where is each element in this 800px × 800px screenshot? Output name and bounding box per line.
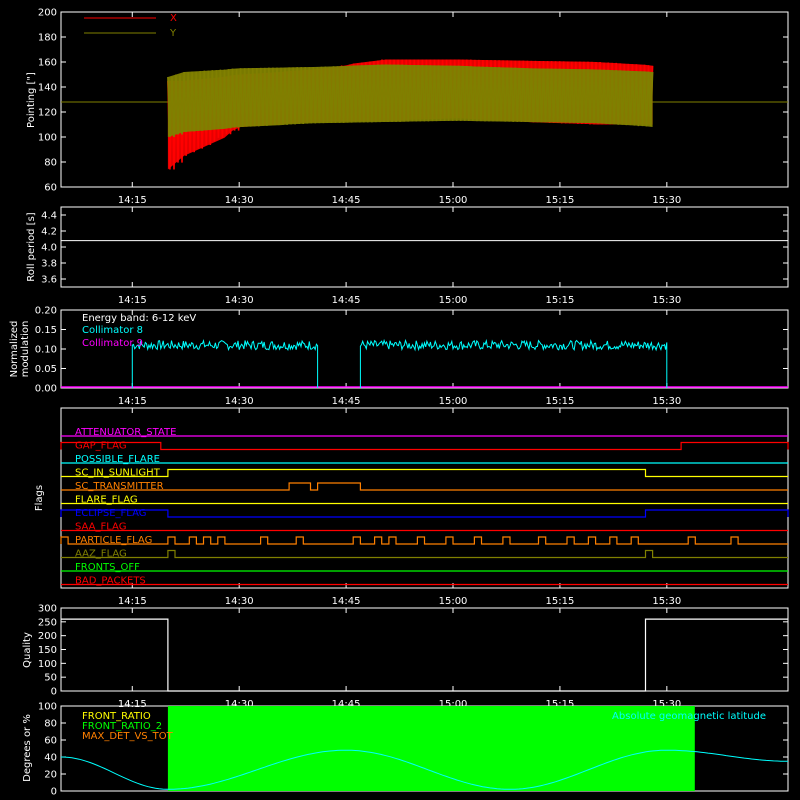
y-tick-label: 4.4 [41,211,57,222]
flag-label: POSSIBLE_FLARE [75,454,160,465]
y-tick-label: 100 [38,702,57,713]
roll-ylabel: Roll period [s] [26,212,37,281]
x-tick-label: 14:45 [332,195,361,206]
y-tick-label: 250 [38,617,57,628]
x-tick-label: 15:15 [546,295,575,306]
y-tick-label: 100 [38,133,57,144]
y-tick-label: 60 [44,736,57,747]
degrees-ylabel: Degrees or % [22,714,33,782]
flag-label: GAP_FLAG [75,441,127,452]
y-tick-label: 300 [38,604,57,615]
modulation-ylabel-line2: modulation [20,321,31,378]
modulation-ylabel-line1: Normalized [9,321,20,378]
y-tick-label: 80 [44,158,57,169]
flag-label: SC_IN_SUNLIGHT [75,468,161,479]
y-tick-label: 100 [38,659,57,670]
x-tick-label: 14:45 [332,396,361,407]
y-tick-label: 160 [38,58,57,69]
flag-label: AAZ_FLAG [75,549,127,560]
y-tick-label: 0.15 [35,325,57,336]
x-tick-label: 15:30 [652,195,681,206]
x-tick-label: 15:30 [652,396,681,407]
energy-band-annotation: Energy band: 6-12 keV [82,313,196,324]
x-tick-label: 15:15 [546,396,575,407]
x-tick-label: 14:15 [118,699,147,710]
x-tick-label: 14:45 [332,596,361,607]
y-tick-label: 4.0 [41,243,57,254]
flag-label: BAD_PACKETS [75,576,146,587]
y-tick-label: 4.2 [41,227,57,238]
y-tick-label: 120 [38,108,57,119]
x-tick-label: 15:00 [439,596,468,607]
y-tick-label: 80 [44,719,57,730]
y-tick-label: 50 [44,673,57,684]
x-tick-label: 15:15 [546,596,575,607]
x-tick-label: 15:00 [439,295,468,306]
legend-y-label: Y [169,28,177,39]
x-tick-label: 15:15 [546,195,575,206]
flags-ylabel: Flags [34,485,45,511]
x-tick-label: 14:30 [225,295,254,306]
y-tick-label: 0 [51,687,57,698]
x-tick-label: 15:30 [652,295,681,306]
y-tick-label: 200 [38,8,57,19]
x-tick-label: 14:30 [225,596,254,607]
quality-ylabel: Quality [22,632,33,668]
x-tick-label: 14:15 [118,295,147,306]
flag-label: ATTENUATOR_STATE [75,427,176,438]
y-tick-label: 20 [44,770,57,781]
y-tick-label: 0.00 [35,384,57,395]
flag-label: FLARE_FLAG [75,495,138,506]
y-tick-label: 3.6 [41,275,57,286]
figure: Pointing ["] 6080100120140160180200 14:1… [0,0,800,800]
flag-label: SC_TRANSMITTER [75,481,164,492]
x-tick-label: 15:00 [439,195,468,206]
legend-collimator-9: Collimator 9 [82,338,143,349]
flag-label: SAA_FLAG [75,522,126,533]
y-tick-label: 60 [44,183,57,194]
x-tick-label: 14:30 [225,396,254,407]
flag-label: ECLIPSE_FLAG [75,508,146,519]
x-tick-label: 15:00 [439,396,468,407]
y-tick-label: 3.8 [41,259,57,270]
legend-collimator-8: Collimator 8 [82,325,143,336]
flag-label: PARTICLE_FLAG [75,535,152,546]
y-tick-label: 140 [38,83,57,94]
x-tick-label: 14:15 [118,396,147,407]
flag-label: FRONTS_OFF [75,562,140,573]
y-tick-label: 0.05 [35,364,57,375]
pointing-ylabel: Pointing ["] [26,72,37,128]
y-tick-label: 150 [38,645,57,656]
legend-x-label: X [170,13,177,24]
y-tick-label: 40 [44,753,57,764]
x-tick-label: 15:30 [652,596,681,607]
y-tick-label: 0.20 [35,306,57,317]
x-tick-label: 14:15 [118,596,147,607]
legend-max-det: MAX_DET_VS_TOT [82,731,174,742]
x-tick-label: 14:15 [118,195,147,206]
x-tick-label: 14:30 [225,195,254,206]
y-tick-label: 200 [38,631,57,642]
latitude-label: Absolute geomagnetic latitude [612,711,766,722]
y-tick-label: 0.10 [35,345,57,356]
x-tick-label: 14:45 [332,295,361,306]
y-tick-label: 0 [51,787,57,798]
y-tick-label: 180 [38,33,57,44]
